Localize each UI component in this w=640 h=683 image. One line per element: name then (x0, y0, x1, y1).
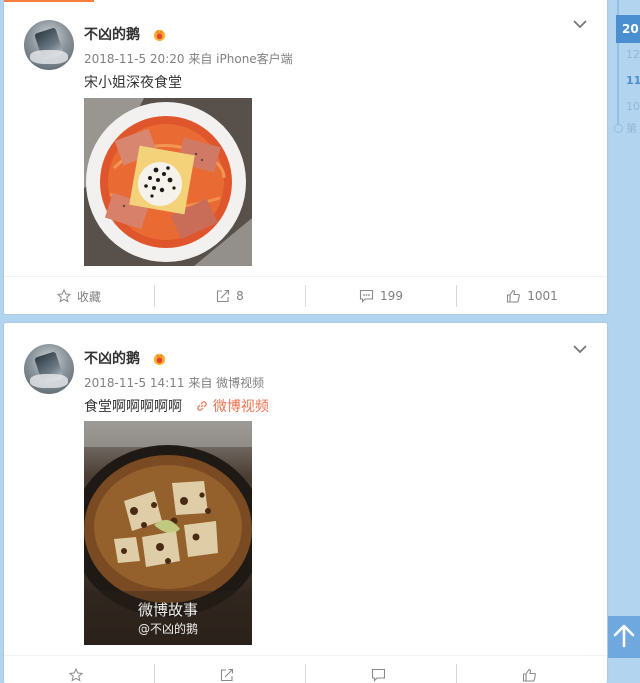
chevron-down-icon[interactable] (573, 345, 587, 354)
video-watermark-title: 微博故事 (138, 601, 198, 619)
action-bar: 收藏 8 199 1001 (4, 276, 607, 314)
like-icon (507, 289, 521, 303)
post-time[interactable]: 2018-11-5 14:11 (84, 376, 185, 390)
timeline-item-selected[interactable]: 20 (616, 15, 640, 43)
forward-button[interactable]: 8 (155, 285, 306, 307)
chevron-down-icon[interactable] (573, 20, 587, 29)
forward-icon (220, 668, 234, 682)
video-link[interactable]: 微博视频 (196, 399, 269, 415)
video-link-label: 微博视频 (212, 399, 269, 415)
post-text: 食堂啊啊啊啊啊 微博视频 (84, 396, 269, 416)
source-prefix: 来自 (188, 52, 213, 66)
vip-badge-icon[interactable] (152, 27, 167, 42)
back-to-top-button[interactable] (608, 616, 640, 658)
post-text-content: 食堂啊啊啊啊啊 (84, 399, 182, 415)
link-icon (197, 401, 208, 411)
like-count: 1001 (527, 289, 558, 303)
year-timeline: 20 12 11 10 第 (610, 0, 640, 140)
tofu-stew-photo: 微博故事 @不凶的鹅 (84, 421, 252, 645)
weibo-card-2: 不凶的鹅 2018-11-5 14:11 来自 微博视频 食堂啊啊啊啊啊 微博视… (4, 323, 607, 683)
favorite-label: 收藏 (76, 289, 101, 304)
comment-icon (359, 289, 374, 303)
like-icon (522, 668, 536, 682)
video-watermark-user: @不凶的鹅 (138, 621, 198, 636)
timeline-dot (614, 124, 623, 133)
tab-indicator (4, 0, 94, 2)
post-meta: 2018-11-5 20:20 来自 iPhone客户端 (84, 50, 293, 67)
username[interactable]: 不凶的鹅 (84, 24, 140, 44)
comment-icon (371, 668, 385, 682)
timeline-item[interactable]: 10 (626, 100, 640, 113)
avatar[interactable] (24, 20, 74, 70)
comment-count: 199 (380, 289, 403, 303)
weibo-card-1: 不凶的鹅 2018-11-5 20:20 来自 iPhone客户端 宋小姐深夜食… (4, 0, 607, 314)
post-text-content: 宋小姐深夜食堂 (84, 75, 182, 91)
forward-icon (217, 289, 230, 303)
post-image[interactable] (84, 98, 252, 266)
post-video[interactable]: 微博故事 @不凶的鹅 (84, 421, 252, 645)
forward-button[interactable] (155, 664, 306, 683)
timeline-selected-label: 20 (622, 22, 639, 36)
vip-badge-icon[interactable] (152, 351, 167, 366)
username[interactable]: 不凶的鹅 (84, 348, 140, 368)
like-button[interactable]: 1001 (457, 285, 607, 307)
post-source: 微博视频 (216, 376, 265, 390)
comment-button[interactable] (306, 664, 457, 683)
source-prefix: 来自 (188, 376, 213, 390)
timeline-item[interactable]: 第 (626, 120, 637, 136)
post-time[interactable]: 2018-11-5 20:20 (84, 52, 185, 66)
avatar[interactable] (24, 344, 74, 394)
soup-bowl-photo (84, 98, 252, 266)
comment-button[interactable]: 199 (306, 285, 457, 307)
post-meta: 2018-11-5 14:11 来自 微博视频 (84, 374, 264, 391)
favorite-button[interactable]: 收藏 (4, 285, 155, 307)
star-icon (56, 289, 71, 303)
back-to-top-icon (613, 624, 635, 648)
action-bar (4, 655, 607, 683)
favorite-button[interactable] (4, 664, 155, 683)
post-text: 宋小姐深夜食堂 (84, 72, 182, 92)
like-button[interactable] (457, 664, 607, 683)
post-source: iPhone客户端 (216, 52, 293, 66)
timeline-item[interactable]: 11 (626, 74, 640, 87)
timeline-item[interactable]: 12 (626, 48, 640, 61)
forward-count: 8 (236, 289, 244, 303)
star-icon (69, 668, 83, 682)
